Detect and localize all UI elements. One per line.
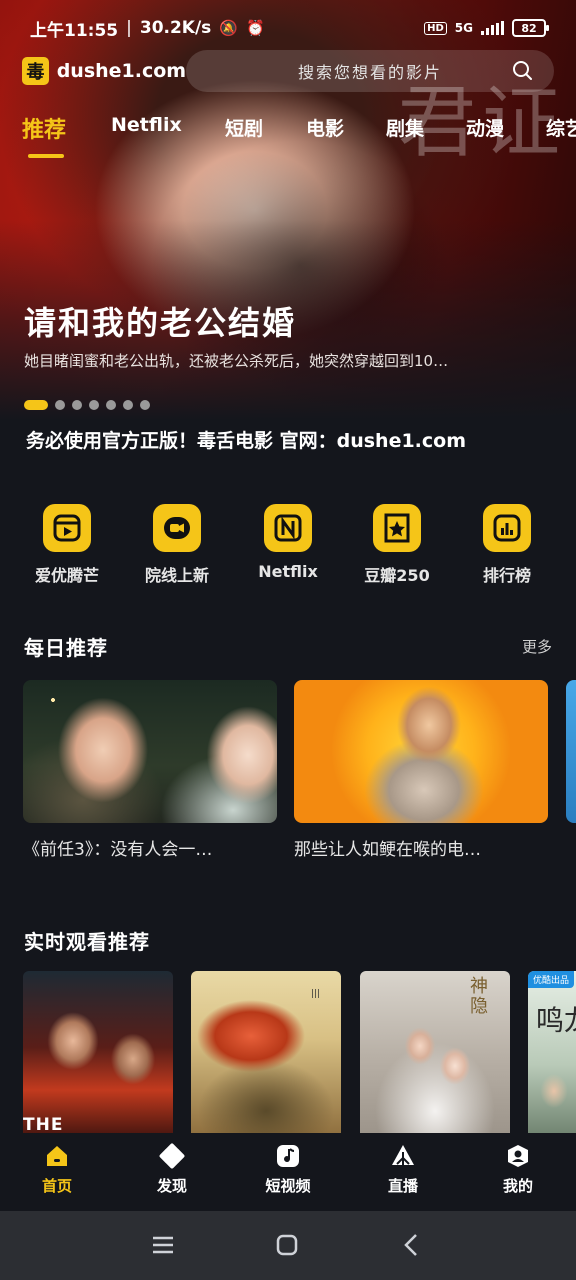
alarm-icon: ⏰ bbox=[246, 19, 265, 37]
bar-chart-icon bbox=[483, 504, 531, 552]
video-camera-icon bbox=[153, 504, 201, 552]
hd-icon: HD bbox=[424, 21, 447, 35]
shortcut-grid: 爱优腾芒 院线上新 Netflix 豆瓣250 排行榜 bbox=[0, 504, 576, 586]
site-name: dushe1.com bbox=[56, 60, 187, 82]
battery-icon: 82 bbox=[512, 19, 549, 37]
nav-label: 直播 bbox=[387, 1177, 418, 1195]
daily-carousel: 《前任3》：没有人会一… 那些让人如鲠在喉的电… bbox=[0, 680, 576, 880]
mute-icon: 🔕 bbox=[219, 19, 238, 37]
daily-card-image bbox=[294, 680, 548, 823]
poster-vertical-text: ||| bbox=[311, 989, 321, 999]
signal-label: 5G bbox=[454, 21, 473, 35]
star-badge-icon bbox=[373, 504, 421, 552]
signal-icon bbox=[481, 21, 504, 35]
poster-card[interactable]: 优酷出品 鸣龙 bbox=[528, 971, 576, 1133]
poster-badge: 优酷出品 bbox=[528, 971, 575, 988]
carousel-dot[interactable] bbox=[89, 400, 99, 410]
shortcut-cinema-new[interactable]: 院线上新 bbox=[122, 504, 232, 586]
tab-movies[interactable]: 电影 bbox=[306, 114, 344, 141]
daily-card-caption: 那些让人如鲠在喉的电… bbox=[294, 840, 481, 860]
nav-label: 短视频 bbox=[265, 1177, 311, 1195]
carousel-dot[interactable] bbox=[55, 400, 65, 410]
nav-discover[interactable]: 发现 bbox=[132, 1143, 212, 1196]
shortcut-label: Netflix bbox=[258, 562, 318, 581]
status-separator: | bbox=[126, 18, 132, 38]
search-icon[interactable] bbox=[512, 60, 532, 80]
poster-card[interactable]: THE bbox=[23, 971, 173, 1133]
status-net-speed: 30.2K/s bbox=[139, 18, 212, 38]
search-bar[interactable]: 搜索您想看的影片 bbox=[186, 50, 554, 92]
home-square-icon[interactable] bbox=[276, 1234, 298, 1256]
top-bar: 毒 dushe1.com 搜索您想看的影片 bbox=[22, 50, 554, 92]
discover-icon bbox=[159, 1143, 185, 1169]
live-icon bbox=[390, 1143, 416, 1169]
official-notice: 务必使用官方正版！毒舌电影 官网：dushe1.com bbox=[26, 430, 467, 452]
nav-short-video[interactable]: 短视频 bbox=[248, 1143, 328, 1196]
play-icon bbox=[43, 504, 91, 552]
app-logo[interactable]: 毒 bbox=[22, 57, 49, 85]
home-icon bbox=[44, 1143, 70, 1169]
netflix-n-icon bbox=[264, 504, 312, 552]
status-bar: 上午11:55 | 30.2K/s 🔕 ⏰ HD 5G 82 bbox=[0, 0, 576, 56]
daily-card[interactable] bbox=[566, 680, 576, 823]
carousel-dot[interactable] bbox=[24, 400, 48, 410]
daily-card[interactable]: 《前任3》：没有人会一… bbox=[23, 680, 277, 860]
carousel-dot[interactable] bbox=[123, 400, 133, 410]
tab-series[interactable]: 剧集 bbox=[386, 114, 424, 141]
poster-title: 神隐 bbox=[470, 976, 488, 1017]
status-right: HD 5G 82 bbox=[424, 19, 549, 37]
search-placeholder: 搜索您想看的影片 bbox=[298, 63, 443, 82]
daily-card-image bbox=[23, 680, 277, 823]
profile-icon bbox=[505, 1143, 531, 1169]
status-time: 上午11:55 bbox=[30, 20, 119, 41]
poster-card[interactable]: 神隐 bbox=[360, 971, 510, 1133]
music-note-icon bbox=[275, 1143, 301, 1169]
tab-short-drama[interactable]: 短剧 bbox=[225, 114, 263, 141]
nav-label: 我的 bbox=[502, 1177, 533, 1195]
battery-level: 82 bbox=[521, 21, 537, 35]
tab-active-indicator bbox=[28, 154, 64, 158]
shortcut-label: 院线上新 bbox=[144, 566, 209, 585]
hero-title[interactable]: 请和我的老公结婚 bbox=[24, 298, 296, 344]
back-icon[interactable] bbox=[402, 1233, 420, 1257]
daily-more-link[interactable]: 更多 bbox=[522, 636, 552, 657]
daily-section-title: 每日推荐 bbox=[24, 636, 108, 660]
poster-title: 鸣龙 bbox=[536, 1004, 576, 1037]
tab-netflix[interactable]: Netflix bbox=[111, 114, 182, 136]
shortcut-label: 排行榜 bbox=[482, 566, 531, 585]
poster-title: THE bbox=[23, 1115, 64, 1133]
realtime-section-title: 实时观看推荐 bbox=[24, 930, 150, 954]
poster-card[interactable]: ||| bbox=[191, 971, 341, 1133]
carousel-dot[interactable] bbox=[140, 400, 150, 410]
daily-card-image bbox=[566, 680, 576, 823]
daily-card-caption: 《前任3》：没有人会一… bbox=[23, 840, 213, 860]
shortcut-ranking[interactable]: 排行榜 bbox=[452, 504, 562, 586]
carousel-indicator bbox=[24, 400, 150, 410]
nav-live[interactable]: 直播 bbox=[363, 1143, 443, 1196]
nav-label: 首页 bbox=[41, 1177, 72, 1195]
carousel-dot[interactable] bbox=[106, 400, 116, 410]
shortcut-netflix[interactable]: Netflix bbox=[233, 504, 343, 581]
shortcut-aiyoutengmang[interactable]: 爱优腾芒 bbox=[12, 504, 122, 586]
realtime-carousel: THE ||| 神隐 优酷出品 鸣龙 bbox=[0, 971, 576, 1133]
daily-card[interactable]: 那些让人如鲠在喉的电… bbox=[294, 680, 548, 860]
logo-char: 毒 bbox=[26, 62, 45, 83]
tab-recommend[interactable]: 推荐 bbox=[22, 112, 66, 144]
carousel-dot[interactable] bbox=[72, 400, 82, 410]
nav-home[interactable]: 首页 bbox=[17, 1143, 97, 1196]
nav-label: 发现 bbox=[156, 1177, 187, 1195]
menu-icon[interactable] bbox=[152, 1234, 174, 1256]
bottom-nav: 首页 发现 短视频 直播 我的 bbox=[0, 1133, 576, 1211]
tab-variety[interactable]: 综艺 bbox=[546, 114, 576, 141]
hero-description: 她目睹闺蜜和老公出轨，还被老公杀死后，她突然穿越回到10… bbox=[24, 352, 449, 370]
category-tabs: 推荐 Netflix 短剧 电影 剧集 动漫 综艺 bbox=[0, 108, 576, 158]
tab-anime[interactable]: 动漫 bbox=[466, 114, 504, 141]
nav-profile[interactable]: 我的 bbox=[478, 1143, 558, 1196]
shortcut-label: 豆瓣250 bbox=[364, 566, 430, 585]
shortcut-label: 爱优腾芒 bbox=[34, 566, 99, 585]
shortcut-douban250[interactable]: 豆瓣250 bbox=[342, 504, 452, 586]
system-nav-bar bbox=[0, 1211, 576, 1280]
